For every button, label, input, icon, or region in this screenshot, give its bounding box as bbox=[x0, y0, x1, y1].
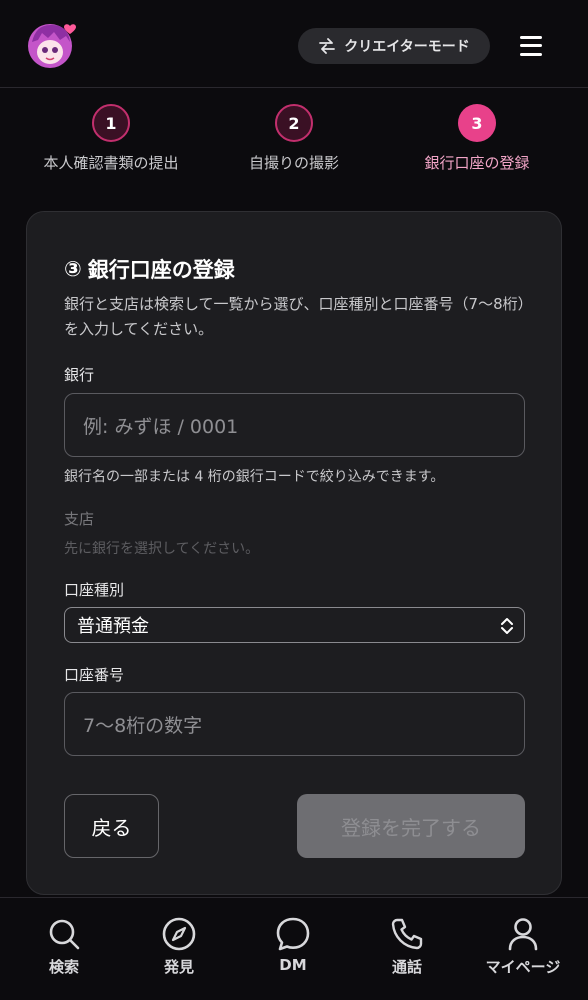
step-1-label: 本人確認書類の提出 bbox=[43, 154, 179, 172]
account-type-label: 口座種別 bbox=[64, 581, 125, 599]
form-title-text: 銀行口座の登録 bbox=[87, 258, 235, 282]
step-2-number: 2 bbox=[275, 104, 313, 142]
swap-arrows-icon bbox=[318, 38, 336, 54]
phone-icon bbox=[391, 918, 423, 950]
tab-call[interactable]: 通話 bbox=[357, 916, 457, 977]
form-title: ③ 銀行口座の登録 bbox=[64, 254, 235, 284]
compass-icon bbox=[162, 917, 196, 951]
user-icon bbox=[508, 918, 538, 951]
account-number-label: 口座番号 bbox=[64, 666, 125, 684]
chat-bubble-icon bbox=[276, 917, 310, 951]
creator-mode-label: クリエイターモード bbox=[344, 39, 470, 55]
step-3-number: 3 bbox=[458, 104, 496, 142]
tab-call-label: 通話 bbox=[391, 958, 422, 976]
app-header: クリエイターモード bbox=[0, 0, 588, 88]
bank-hint: 銀行名の一部または 4 桁の銀行コードで絞り込みできます。 bbox=[64, 469, 445, 485]
tab-discover-label: 発見 bbox=[163, 958, 194, 976]
branch-label: 支店 bbox=[64, 510, 95, 528]
progress-steps: 1 本人確認書類の提出 2 自撮りの撮影 3 銀行口座の登録 bbox=[0, 100, 588, 180]
bottom-tab-bar: 検索 発見 DM 通話 マイページ bbox=[0, 897, 588, 1000]
tab-discover[interactable]: 発見 bbox=[129, 916, 229, 977]
form-title-number: ③ bbox=[64, 257, 82, 281]
tab-search-label: 検索 bbox=[48, 958, 79, 976]
step-2: 2 自撮りの撮影 bbox=[194, 100, 394, 173]
bank-search-input[interactable]: 例: みずほ / 0001 bbox=[64, 393, 525, 457]
step-3-label: 銀行口座の登録 bbox=[424, 154, 530, 172]
step-2-label: 自撮りの撮影 bbox=[248, 154, 339, 172]
bank-account-form: ③ 銀行口座の登録 銀行と支店は検索して一覧から選び、口座種別と口座番号（7〜8… bbox=[26, 211, 562, 895]
back-button[interactable]: 戻る bbox=[64, 794, 159, 858]
tab-dm-label: DM bbox=[279, 956, 307, 974]
search-icon bbox=[49, 919, 80, 950]
branch-hint: 先に銀行を選択してください。 bbox=[64, 541, 260, 557]
step-3: 3 銀行口座の登録 bbox=[377, 100, 577, 173]
anime-avatar-icon[interactable] bbox=[26, 20, 80, 72]
form-description: 銀行と支店は検索して一覧から選び、口座種別と口座番号（7〜8桁）を入力してくださ… bbox=[64, 295, 533, 338]
account-number-input[interactable]: 7〜8桁の数字 bbox=[64, 692, 525, 756]
step-1-number: 1 bbox=[92, 104, 130, 142]
complete-registration-button[interactable]: 登録を完了する bbox=[297, 794, 525, 858]
tab-dm[interactable]: DM bbox=[243, 916, 343, 974]
account-type-value: 普通預金 bbox=[77, 616, 149, 637]
account-type-select[interactable]: 普通預金 bbox=[64, 607, 525, 643]
step-1: 1 本人確認書類の提出 bbox=[11, 100, 211, 173]
tab-mypage-label: マイページ bbox=[485, 958, 561, 976]
tab-search[interactable]: 検索 bbox=[14, 916, 114, 977]
chevron-up-down-icon bbox=[500, 617, 514, 635]
bank-label: 銀行 bbox=[64, 366, 95, 384]
tab-mypage[interactable]: マイページ bbox=[473, 916, 573, 977]
creator-mode-button[interactable]: クリエイターモード bbox=[298, 28, 490, 64]
hamburger-icon[interactable] bbox=[518, 34, 546, 58]
